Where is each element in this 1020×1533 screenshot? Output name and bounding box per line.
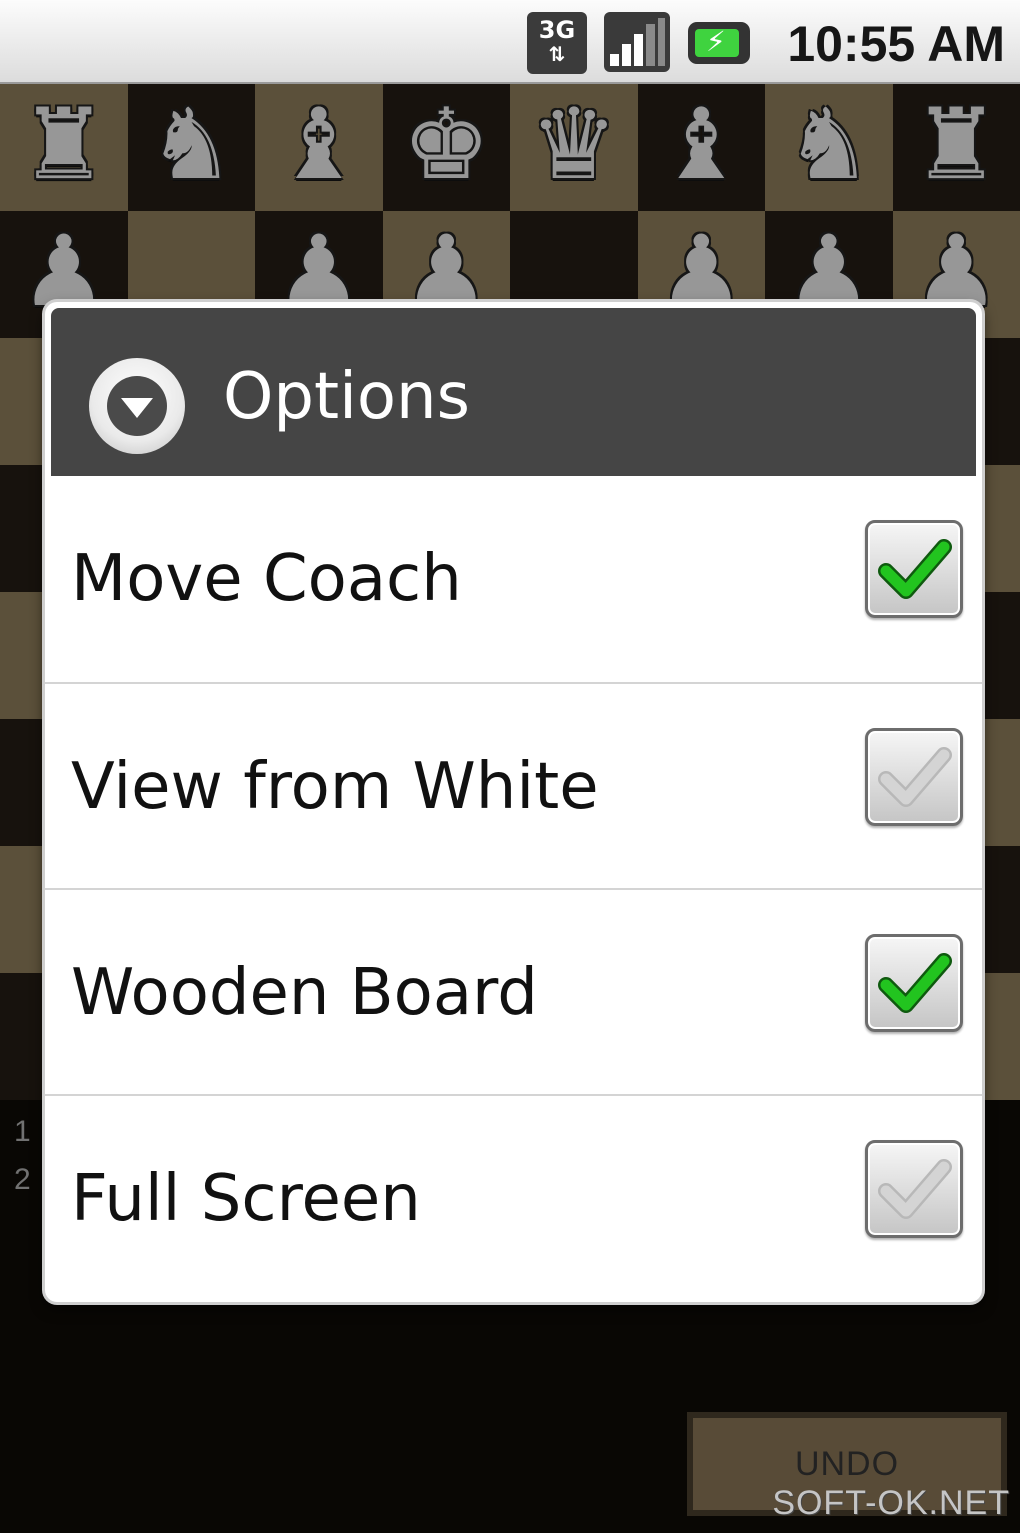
status-bar: 3G ⇅ ⚡ 10:55 AM — [0, 0, 1020, 84]
dialog-header: Options — [51, 308, 976, 476]
option-label: Wooden Board — [71, 956, 538, 1030]
option-row[interactable]: Full Screen — [45, 1094, 982, 1300]
option-checkbox[interactable] — [865, 1140, 963, 1238]
3g-icon: 3G ⇅ — [527, 12, 587, 74]
option-checkbox[interactable] — [865, 934, 963, 1032]
status-time: 10:55 AM — [787, 16, 1005, 72]
chevron-down-circle-icon — [89, 358, 185, 454]
options-dialog: Options Move Coach View from White Wooden … — [45, 302, 982, 1302]
option-checkbox[interactable] — [865, 520, 963, 618]
option-row[interactable]: View from White — [45, 682, 982, 888]
checkmark-icon — [878, 1159, 952, 1219]
option-row[interactable]: Move Coach — [45, 476, 982, 682]
network-arrows-label: ⇅ — [548, 42, 566, 66]
option-label: Full Screen — [71, 1162, 421, 1236]
option-checkbox[interactable] — [865, 728, 963, 826]
checkmark-icon — [878, 539, 952, 599]
checkmark-icon — [878, 747, 952, 807]
network-type-label: 3G — [538, 16, 576, 44]
option-label: View from White — [71, 750, 599, 824]
dialog-title: Options — [223, 360, 470, 434]
checkmark-icon — [878, 953, 952, 1013]
option-row[interactable]: Wooden Board — [45, 888, 982, 1094]
battery-charging-icon: ⚡ — [688, 22, 750, 64]
signal-icon — [604, 12, 670, 72]
option-label: Move Coach — [71, 542, 462, 616]
